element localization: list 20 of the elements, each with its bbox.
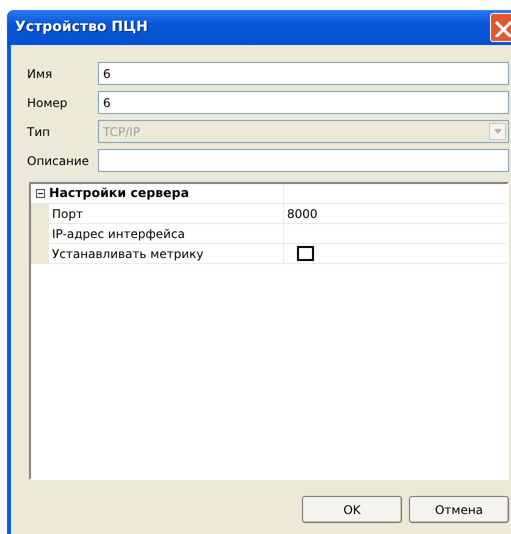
field-label: Имя: [27, 66, 54, 82]
property-value[interactable]: 8000: [287, 204, 318, 222]
checkbox[interactable]: [297, 246, 314, 261]
close-button[interactable]: [490, 13, 511, 42]
section-header[interactable]: Настройки сервера: [49, 184, 284, 203]
property-name: Устанавливать метрику: [49, 244, 284, 264]
input-field[interactable]: 6: [98, 91, 509, 114]
field-label: Описание: [27, 152, 90, 170]
field-label: Тип: [27, 124, 51, 140]
close-icon: [493, 18, 511, 36]
dialog-button[interactable]: OK: [302, 496, 402, 523]
property-name: Порт: [49, 204, 284, 224]
field-label: Номер: [27, 94, 68, 112]
dialog-button[interactable]: Отмена: [409, 496, 509, 523]
input-field[interactable]: 6: [98, 62, 509, 85]
window-title: Устройство ПЦН: [15, 18, 149, 37]
row-gutter: [31, 244, 49, 264]
input-field[interactable]: [98, 149, 509, 172]
property-name: IP-адрес интерфейса: [49, 224, 284, 244]
collapse-icon[interactable]: [36, 189, 44, 198]
